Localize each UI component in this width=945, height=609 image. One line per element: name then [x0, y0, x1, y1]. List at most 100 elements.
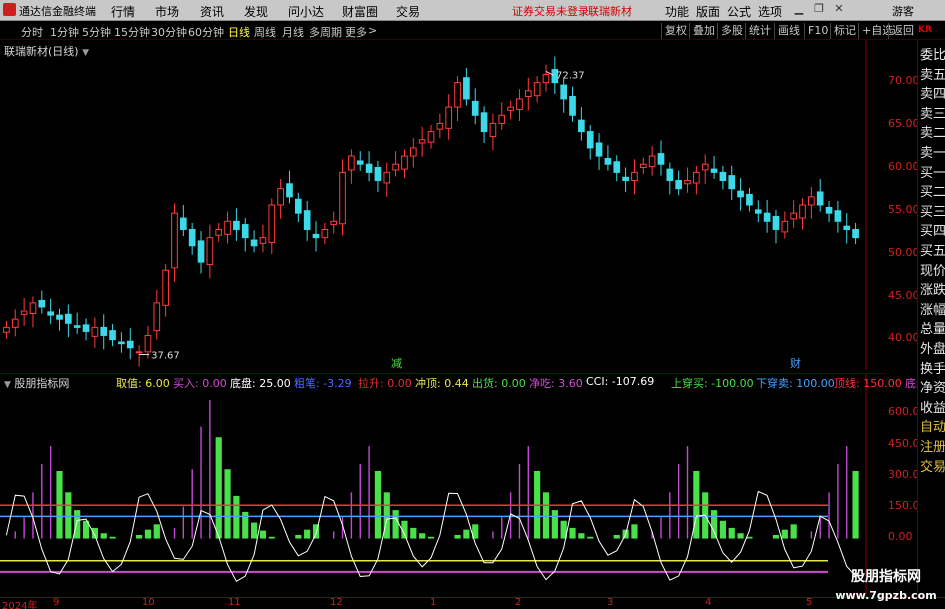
indicator-bar [501, 517, 503, 539]
candle-body [586, 131, 594, 149]
side-item-18: 收益 [920, 400, 945, 416]
period-tab-30min[interactable]: 30分钟 [151, 24, 187, 40]
candle-body [215, 228, 223, 236]
indicator-bar [233, 495, 240, 539]
indicator-bar [153, 524, 160, 539]
chevron-down-icon[interactable]: ▼ [4, 380, 11, 390]
guest-label[interactable]: 游客 [892, 3, 914, 19]
toolbar-mark-button[interactable]: 标记 [830, 23, 859, 39]
indicator-chart[interactable] [0, 373, 886, 597]
indicator-bar [427, 536, 435, 539]
side-item-6: 买一 [920, 165, 945, 181]
candle-body [82, 324, 90, 332]
toolbar-adjust-button[interactable]: 复权 [661, 23, 690, 39]
indicator-bar [828, 492, 830, 539]
login-warning[interactable]: 证券交易未登录 [512, 3, 589, 19]
period-tab-60min[interactable]: 60分钟 [188, 24, 224, 40]
candle-body [799, 204, 806, 219]
candle-body [772, 215, 780, 230]
chevron-right-icon[interactable]: > [368, 24, 377, 37]
menu-formula[interactable]: 公式 [727, 3, 751, 20]
indicator-bar [333, 531, 335, 539]
side-item-21[interactable]: 交易 [920, 456, 945, 475]
restore-icon[interactable]: ❐ [810, 2, 828, 18]
menu-function[interactable]: 功能 [665, 3, 689, 20]
chevron-down-icon[interactable]: ▼ [82, 48, 89, 58]
event-marker-cai[interactable]: 财 [790, 356, 801, 370]
indicator-bar [463, 529, 470, 539]
period-tab-timeshare[interactable]: 分时 [21, 24, 43, 40]
candle-body [321, 228, 329, 239]
indicator-bar [527, 446, 529, 539]
period-tab-15min[interactable]: 15分钟 [114, 24, 150, 40]
side-item-20[interactable]: 注册 [920, 436, 945, 455]
candle-body [144, 335, 152, 353]
toolbar-back-button[interactable]: 返回 [888, 23, 917, 39]
sub-chart-title-text: 股朋指标网 [14, 377, 70, 390]
indicator-bar [737, 533, 744, 539]
period-tab-5min[interactable]: 5分钟 [82, 24, 111, 40]
candle-body [47, 311, 54, 316]
period-tab-weekly[interactable]: 周线 [254, 24, 276, 40]
candle-body [542, 73, 550, 84]
candle-body [701, 163, 709, 171]
period-tab-1min[interactable]: 1分钟 [50, 24, 79, 40]
candle-body [206, 237, 214, 266]
period-tab-monthly[interactable]: 月线 [282, 24, 304, 40]
price-tick-45: 45.00 [888, 289, 920, 302]
candle-body [825, 206, 833, 214]
period-tab-more[interactable]: 更多 [345, 24, 367, 40]
indicator-bar [492, 531, 494, 539]
toolbar-f10-button[interactable]: F10 [804, 23, 831, 39]
toolbar-multi-button[interactable]: 多股 [717, 23, 746, 39]
price-tick-65: 65.00 [888, 117, 920, 130]
side-item-15: 外盘 [920, 342, 945, 357]
candlestick-chart[interactable]: 72.37 37.67 减 财 [0, 40, 886, 370]
period-tab-daily[interactable]: 日线 [228, 24, 250, 40]
candle-body [675, 180, 683, 190]
indicator-bar [790, 524, 797, 539]
quote-side-panel: 委比 卖五 卖四 卖三 卖二 卖一 买一 买二 买三 买四 买五 现价 涨跌 涨幅 总量 外盘 换手 净资 收益 自动… [917, 40, 945, 597]
candle-body [330, 220, 338, 226]
toolbar-stats-button[interactable]: 统计 [745, 23, 774, 39]
candle-body [746, 193, 753, 206]
side-item-9: 买四 [920, 224, 945, 240]
candle-body [197, 240, 205, 263]
side-item-19[interactable]: 自动 [920, 416, 945, 435]
event-marker-jian[interactable]: 减 [391, 357, 402, 370]
candle-body [790, 212, 797, 220]
indicator-bar [613, 535, 620, 539]
indicator-bar [810, 531, 813, 539]
menu-fortune[interactable]: 财富圈 [342, 3, 378, 20]
toolbar-overlay-button[interactable]: 叠加 [689, 23, 718, 39]
indicator-bar [173, 527, 176, 539]
legend-item: 买入: 0.00 [173, 377, 227, 390]
indicator-bar [250, 522, 258, 539]
menu-market[interactable]: 市场 [155, 3, 179, 20]
indicator-bar [587, 536, 594, 539]
menu-quotes[interactable]: 行情 [111, 3, 135, 20]
menu-options[interactable]: 选项 [758, 3, 782, 20]
main-chart-title: 联瑞新材(日线) ▼ [4, 43, 89, 59]
menu-news[interactable]: 资讯 [200, 3, 224, 20]
menu-layout[interactable]: 版面 [696, 3, 720, 20]
minimize-icon[interactable]: ▁ [790, 2, 808, 18]
watermark-title: 股朋指标网 [851, 569, 921, 585]
menu-discover[interactable]: 发现 [244, 3, 268, 20]
candle-body [728, 175, 736, 190]
candle-body [622, 176, 629, 182]
price-tick-70: 70.00 [888, 74, 920, 87]
menu-ask[interactable]: 问小达 [288, 3, 324, 20]
side-item-12: 涨跌 [920, 283, 945, 299]
menu-trade[interactable]: 交易 [396, 3, 420, 20]
toolbar-draw-button[interactable]: 画线 [774, 23, 803, 39]
candle-body [507, 106, 514, 111]
indicator-bar [781, 529, 788, 539]
candle-body [339, 171, 346, 225]
indicator-bar [295, 535, 302, 539]
candle-body [631, 171, 638, 182]
indicator-bar [660, 517, 662, 539]
close-icon[interactable]: ✕ [830, 2, 848, 18]
legend-item: CCI: -107.69 [586, 375, 655, 388]
period-tab-multi[interactable]: 多周期 [309, 24, 342, 40]
